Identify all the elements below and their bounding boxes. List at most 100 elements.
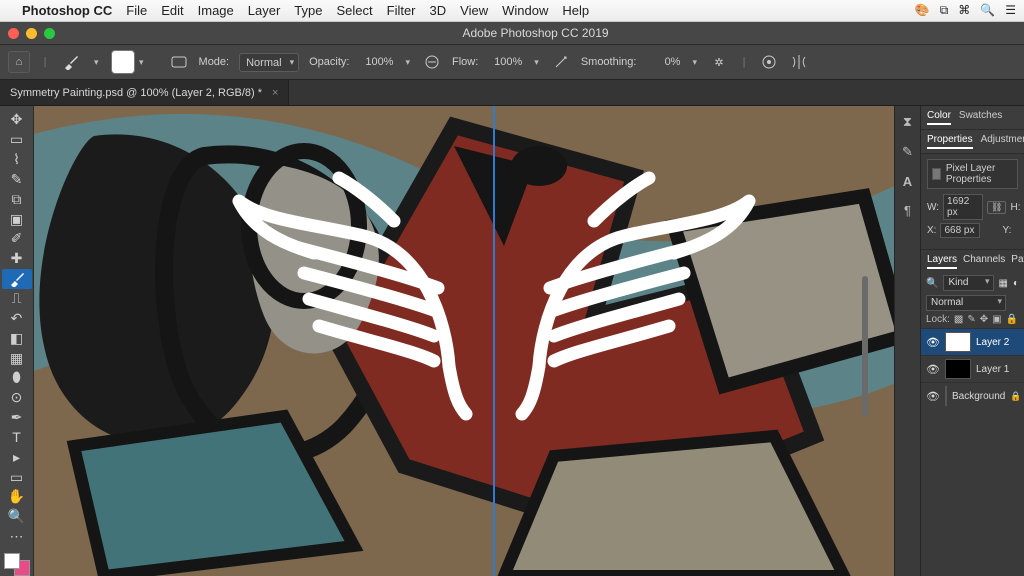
layer-row[interactable]: 👁 Layer 1: [921, 355, 1024, 382]
link-wh-icon[interactable]: ⛓: [987, 201, 1006, 214]
menu-help[interactable]: Help: [562, 3, 589, 18]
flow-value[interactable]: 100%: [488, 56, 522, 68]
canvas-area[interactable]: [34, 106, 894, 576]
opacity-chevron-icon[interactable]: ▾: [403, 57, 412, 68]
width-field[interactable]: 1692 px: [943, 194, 983, 220]
pen-tool[interactable]: ✒: [2, 408, 32, 428]
pressure-size-icon[interactable]: [759, 52, 779, 72]
lock-all-icon[interactable]: 🔒: [1006, 314, 1018, 325]
layer-row[interactable]: 👁 Background 🔒: [921, 382, 1024, 409]
move-tool[interactable]: ✥: [2, 110, 32, 130]
close-tab-icon[interactable]: ×: [272, 87, 278, 99]
hand-tool[interactable]: ✋: [2, 487, 32, 507]
menu-edit[interactable]: Edit: [161, 3, 183, 18]
smoothing-value[interactable]: 0%: [646, 56, 680, 68]
zoom-tool[interactable]: 🔍: [2, 507, 32, 527]
frame-tool[interactable]: ▣: [2, 209, 32, 229]
menu-select[interactable]: Select: [336, 3, 372, 18]
vertical-scrollbar[interactable]: [862, 276, 868, 416]
menu-type[interactable]: Type: [294, 3, 322, 18]
airbrush-icon[interactable]: [551, 52, 571, 72]
history-brush-tool[interactable]: ↶: [2, 308, 32, 328]
layer-thumbnail[interactable]: [945, 359, 971, 379]
zoom-window-icon[interactable]: [44, 28, 55, 39]
filter-pixel-icon[interactable]: ▦: [999, 278, 1008, 289]
path-select-tool[interactable]: ▸: [2, 447, 32, 467]
brushes-panel-icon[interactable]: ✎: [902, 144, 913, 160]
lock-position-icon[interactable]: ✥: [980, 314, 988, 325]
brush-preview-swatch[interactable]: [111, 50, 135, 74]
tab-swatches[interactable]: Swatches: [959, 110, 1002, 125]
tab-color[interactable]: Color: [927, 110, 951, 125]
lock-transparent-icon[interactable]: ▩: [954, 314, 963, 325]
menu-extra2-icon[interactable]: ⧉: [940, 3, 949, 18]
menu-3d[interactable]: 3D: [430, 3, 447, 18]
layer-name[interactable]: Layer 1: [976, 364, 1009, 375]
brush-tool-icon[interactable]: [60, 51, 82, 73]
shape-tool[interactable]: ▭: [2, 467, 32, 487]
paragraph-panel-icon[interactable]: ¶: [904, 203, 911, 218]
tool-preset-chevron-icon[interactable]: ▾: [92, 57, 101, 68]
lock-artboard-icon[interactable]: ▣: [992, 314, 1001, 325]
layer-name[interactable]: Background: [952, 391, 1005, 402]
x-field[interactable]: 668 px: [940, 223, 980, 238]
opacity-value[interactable]: 100%: [359, 56, 393, 68]
layer-row[interactable]: 👁 Layer 2: [921, 328, 1024, 355]
visibility-icon[interactable]: 👁: [926, 336, 940, 349]
layer-thumbnail[interactable]: [945, 332, 971, 352]
history-panel-icon[interactable]: ⧗: [903, 114, 912, 130]
foreground-color-swatch[interactable]: [4, 553, 20, 569]
lock-pixels-icon[interactable]: ✎: [967, 314, 975, 325]
tab-layers[interactable]: Layers: [927, 254, 957, 269]
blend-mode-dropdown[interactable]: Normal: [926, 295, 1006, 311]
blur-tool[interactable]: ⬮: [2, 368, 32, 388]
filter-adjust-icon[interactable]: ◐: [1013, 278, 1019, 289]
glyphs-panel-icon[interactable]: A: [903, 174, 912, 189]
menu-file[interactable]: File: [126, 3, 147, 18]
visibility-icon[interactable]: 👁: [926, 363, 940, 376]
tab-paths[interactable]: Pat: [1011, 254, 1024, 269]
menu-layer[interactable]: Layer: [248, 3, 281, 18]
flow-chevron-icon[interactable]: ▾: [532, 57, 541, 68]
eyedropper-tool[interactable]: ✐: [2, 229, 32, 249]
app-name[interactable]: Photoshop CC: [22, 3, 112, 18]
document-tab[interactable]: Symmetry Painting.psd @ 100% (Layer 2, R…: [0, 80, 289, 105]
smoothing-chevron-icon[interactable]: ▾: [690, 57, 699, 68]
symmetry-icon[interactable]: [789, 52, 809, 72]
lasso-tool[interactable]: ⌇: [2, 150, 32, 170]
mode-dropdown[interactable]: Normal: [239, 53, 299, 72]
healing-tool[interactable]: ✚: [2, 249, 32, 269]
visibility-icon[interactable]: 👁: [926, 390, 940, 403]
close-window-icon[interactable]: [8, 28, 19, 39]
menu-filter[interactable]: Filter: [387, 3, 416, 18]
kind-filter-dropdown[interactable]: Kind: [943, 275, 993, 291]
clone-tool[interactable]: ⎍: [2, 289, 32, 309]
menu-extra4-icon[interactable]: 🔍: [980, 3, 995, 18]
edit-toolbar-icon[interactable]: ⋯: [2, 527, 32, 547]
quick-select-tool[interactable]: ✎: [2, 170, 32, 190]
type-tool[interactable]: T: [2, 428, 32, 448]
dodge-tool[interactable]: ⊙: [2, 388, 32, 408]
marquee-tool[interactable]: ▭: [2, 130, 32, 150]
smoothing-options-icon[interactable]: ✲: [709, 52, 729, 72]
fg-bg-colors[interactable]: [4, 553, 30, 576]
eraser-tool[interactable]: ◧: [2, 328, 32, 348]
gradient-tool[interactable]: ▦: [2, 348, 32, 368]
tab-properties[interactable]: Properties: [927, 134, 973, 149]
menu-view[interactable]: View: [460, 3, 488, 18]
minimize-window-icon[interactable]: [26, 28, 37, 39]
layer-thumbnail[interactable]: [945, 386, 947, 406]
menu-extra-icon[interactable]: 🎨: [915, 3, 930, 18]
crop-tool[interactable]: ⧉: [2, 189, 32, 209]
brush-tool[interactable]: [2, 269, 32, 289]
menu-window[interactable]: Window: [502, 3, 548, 18]
home-button[interactable]: ⌂: [8, 51, 30, 73]
menu-extra3-icon[interactable]: ⌘: [958, 3, 970, 18]
pressure-opacity-icon[interactable]: [422, 52, 442, 72]
menu-image[interactable]: Image: [198, 3, 234, 18]
menu-extra5-icon[interactable]: ☰: [1005, 3, 1016, 18]
kind-filter-icon[interactable]: 🔍: [926, 278, 938, 289]
tab-adjustments[interactable]: Adjustment: [981, 134, 1024, 149]
brush-settings-icon[interactable]: [169, 52, 189, 72]
tab-channels[interactable]: Channels: [963, 254, 1005, 269]
